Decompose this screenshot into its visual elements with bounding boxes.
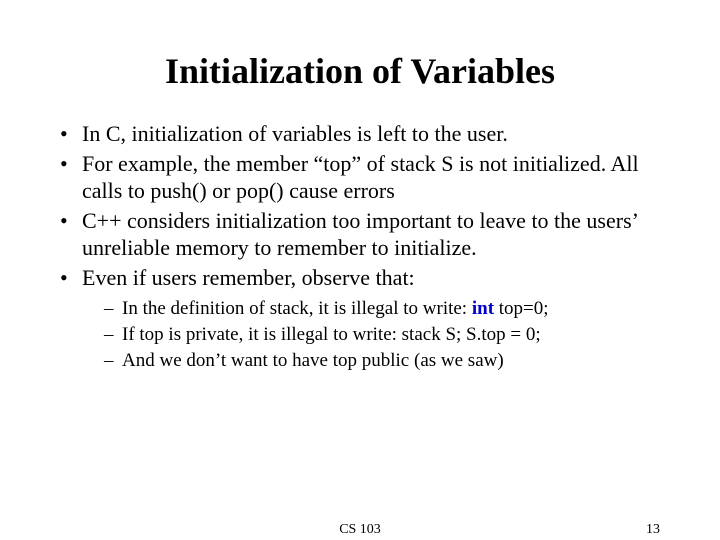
slide-title: Initialization of Variables — [60, 50, 660, 92]
footer-course: CS 103 — [339, 522, 381, 538]
footer-page-number: 13 — [646, 522, 660, 538]
bullet-item: C++ considers initialization too importa… — [60, 207, 660, 262]
keyword-int: int — [472, 298, 494, 319]
sub-text: top=0; — [494, 298, 549, 319]
sub-bullet-item: If top is private, it is illegal to writ… — [104, 323, 660, 347]
bullet-item: In C, initialization of variables is lef… — [60, 120, 660, 148]
sub-bullet-item: And we don’t want to have top public (as… — [104, 349, 660, 373]
sub-bullet-item: In the definition of stack, it is illega… — [104, 297, 660, 321]
bullet-text: Even if users remember, observe that: — [82, 265, 415, 290]
sub-text: In the definition of stack, it is illega… — [122, 298, 472, 319]
bullet-item: Even if users remember, observe that: In… — [60, 264, 660, 373]
sub-bullet-list: In the definition of stack, it is illega… — [104, 297, 660, 372]
bullet-item: For example, the member “top” of stack S… — [60, 150, 660, 205]
main-bullet-list: In C, initialization of variables is lef… — [60, 120, 660, 372]
